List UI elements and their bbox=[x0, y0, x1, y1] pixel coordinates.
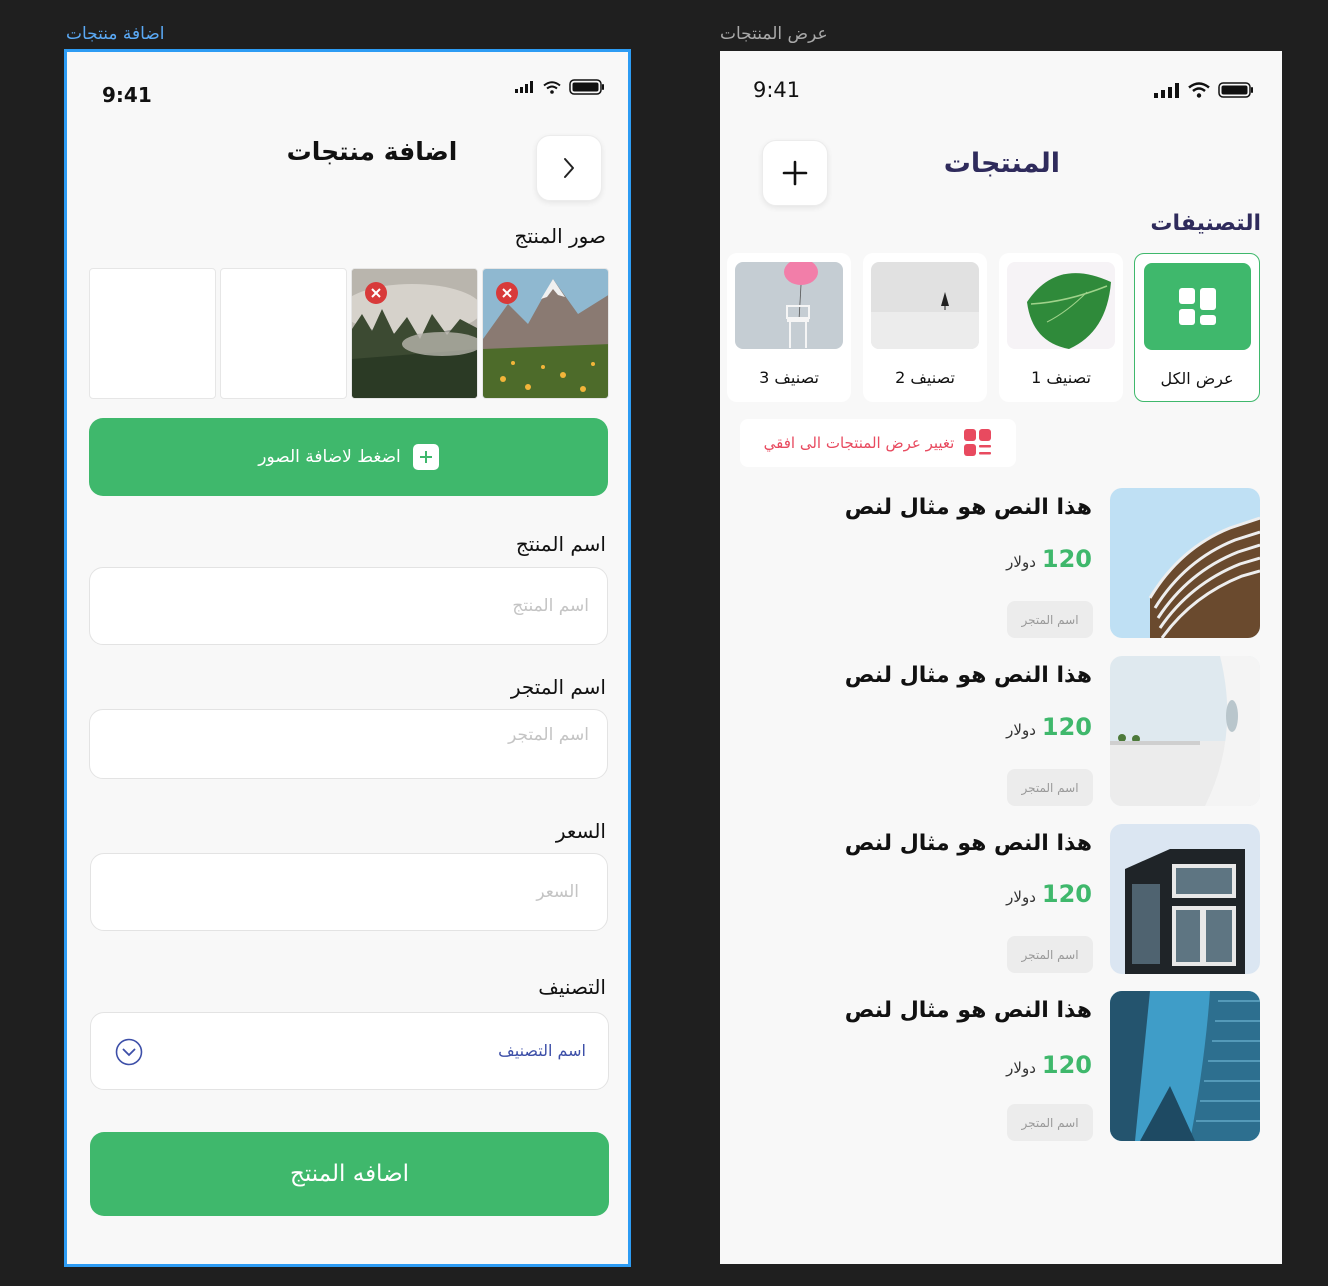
price-input[interactable]: السعر bbox=[90, 853, 608, 931]
price-currency: دولار bbox=[1006, 888, 1036, 906]
empty-photo-slot[interactable] bbox=[220, 268, 347, 399]
page-title: المنتجات bbox=[943, 148, 1060, 179]
layout-list-icon bbox=[964, 429, 992, 456]
toggle-view-button[interactable]: تغيير عرض المنتجات الى افقي bbox=[740, 419, 1016, 467]
product-image[interactable] bbox=[1110, 824, 1260, 974]
category-select[interactable]: اسم التصنيف bbox=[90, 1012, 609, 1090]
plus-square-icon bbox=[412, 444, 439, 470]
price-currency: دولار bbox=[1006, 721, 1036, 739]
price-placeholder: السعر bbox=[536, 882, 579, 902]
chevron-down-icon bbox=[115, 1038, 143, 1070]
signal-icon bbox=[1154, 82, 1179, 98]
add-photos-label: اضغط لاضافة الصور bbox=[258, 447, 401, 467]
close-icon bbox=[371, 288, 381, 298]
store-name-placeholder: اسم المتجر bbox=[508, 725, 589, 745]
store-name-input[interactable]: اسم المتجر bbox=[89, 709, 608, 779]
status-time: 9:41 bbox=[753, 78, 801, 102]
remove-photo-button[interactable] bbox=[365, 282, 387, 304]
page-title: اضافة منتجات bbox=[286, 137, 458, 166]
category-label: تصنيف 2 bbox=[895, 368, 955, 387]
product-photo-forest bbox=[351, 268, 478, 399]
submit-product-button[interactable]: اضافه المنتج bbox=[90, 1132, 609, 1216]
store-chip[interactable]: اسم المتجر bbox=[1007, 601, 1093, 638]
store-name: اسم المتجر bbox=[1021, 780, 1079, 795]
store-name: اسم المتجر bbox=[1021, 1115, 1079, 1130]
wifi-icon bbox=[1188, 82, 1210, 98]
price-value: 120 bbox=[1041, 713, 1092, 741]
product-image[interactable] bbox=[1110, 991, 1260, 1141]
product-price: 120 دولار bbox=[1006, 880, 1092, 908]
product-price: 120 دولار bbox=[1006, 713, 1092, 741]
status-time: 9:41 bbox=[102, 83, 152, 107]
categories-label: التصنيفات bbox=[1150, 211, 1261, 236]
product-name-label: اسم المنتج bbox=[515, 532, 606, 556]
wifi-icon bbox=[543, 80, 561, 94]
product-title: هذا النص هو مثال لنص bbox=[844, 998, 1092, 1023]
grid-icon bbox=[1144, 263, 1251, 350]
category-label: تصنيف 3 bbox=[759, 368, 819, 387]
add-product-button[interactable] bbox=[762, 140, 828, 206]
store-name: اسم المتجر bbox=[1021, 947, 1079, 962]
add-product-screen: 9:41 اضافة منتجات صور المنتج اضغط لاضافة… bbox=[64, 49, 631, 1267]
battery-icon bbox=[1218, 82, 1253, 98]
plus-icon bbox=[782, 160, 808, 186]
store-chip[interactable]: اسم المتجر bbox=[1007, 769, 1093, 806]
category-value: اسم التصنيف bbox=[498, 1041, 586, 1060]
product-title: هذا النص هو مثال لنص bbox=[844, 831, 1092, 856]
add-photos-button[interactable]: اضغط لاضافة الصور bbox=[89, 418, 608, 496]
product-price: 120 دولار bbox=[1006, 545, 1092, 573]
category-label: التصنيف bbox=[538, 975, 606, 999]
price-value: 120 bbox=[1041, 1051, 1092, 1079]
submit-product-label: اضافه المنتج bbox=[290, 1161, 409, 1187]
status-bar-icons bbox=[515, 79, 605, 95]
empty-photo-slot[interactable] bbox=[89, 268, 216, 399]
category-card-all[interactable]: عرض الكل bbox=[1134, 253, 1260, 402]
product-image[interactable] bbox=[1110, 488, 1260, 638]
leaf-image bbox=[1007, 262, 1115, 349]
category-label: تصنيف 1 bbox=[1031, 368, 1091, 387]
product-photo-mountain bbox=[482, 268, 609, 399]
close-icon bbox=[502, 288, 512, 298]
category-card-3[interactable]: تصنيف 3 bbox=[727, 253, 851, 402]
price-value: 120 bbox=[1041, 880, 1092, 908]
product-title: هذا النص هو مثال لنص bbox=[844, 663, 1092, 688]
signal-icon bbox=[515, 81, 533, 93]
frame-label-add-products: اضافة منتجات bbox=[66, 24, 165, 44]
price-currency: دولار bbox=[1006, 553, 1036, 571]
back-button[interactable] bbox=[536, 135, 602, 201]
category-label: عرض الكل bbox=[1160, 369, 1234, 388]
product-name-input[interactable]: اسم المنتج bbox=[89, 567, 608, 645]
product-name-placeholder: اسم المنتج bbox=[512, 596, 589, 616]
battery-icon bbox=[569, 79, 604, 95]
products-screen: 9:41 المنتجات التصنيفات تصنيف 3 تصنيف 2 … bbox=[720, 51, 1282, 1264]
remove-photo-button[interactable] bbox=[496, 282, 518, 304]
frame-label-products-list: عرض المنتجات bbox=[720, 24, 828, 44]
price-value: 120 bbox=[1041, 545, 1092, 573]
store-name-label: اسم المتجر bbox=[510, 675, 606, 699]
category-card-2[interactable]: تصنيف 2 bbox=[863, 253, 987, 402]
store-chip[interactable]: اسم المتجر bbox=[1007, 1104, 1093, 1141]
product-price: 120 دولار bbox=[1006, 1051, 1092, 1079]
snow-tree-image bbox=[871, 262, 979, 349]
store-name: اسم المتجر bbox=[1021, 612, 1079, 627]
chevron-right-icon bbox=[564, 158, 574, 178]
toggle-view-label: تغيير عرض المنتجات الى افقي bbox=[763, 434, 955, 452]
product-image[interactable] bbox=[1110, 656, 1260, 806]
price-label: السعر bbox=[555, 819, 606, 843]
photos-label: صور المنتج bbox=[514, 224, 606, 248]
price-currency: دولار bbox=[1006, 1059, 1036, 1077]
status-bar-icons bbox=[1154, 82, 1254, 98]
balloon-image bbox=[735, 262, 843, 349]
category-card-1[interactable]: تصنيف 1 bbox=[999, 253, 1123, 402]
store-chip[interactable]: اسم المتجر bbox=[1007, 936, 1093, 973]
product-title: هذا النص هو مثال لنص bbox=[844, 495, 1092, 520]
